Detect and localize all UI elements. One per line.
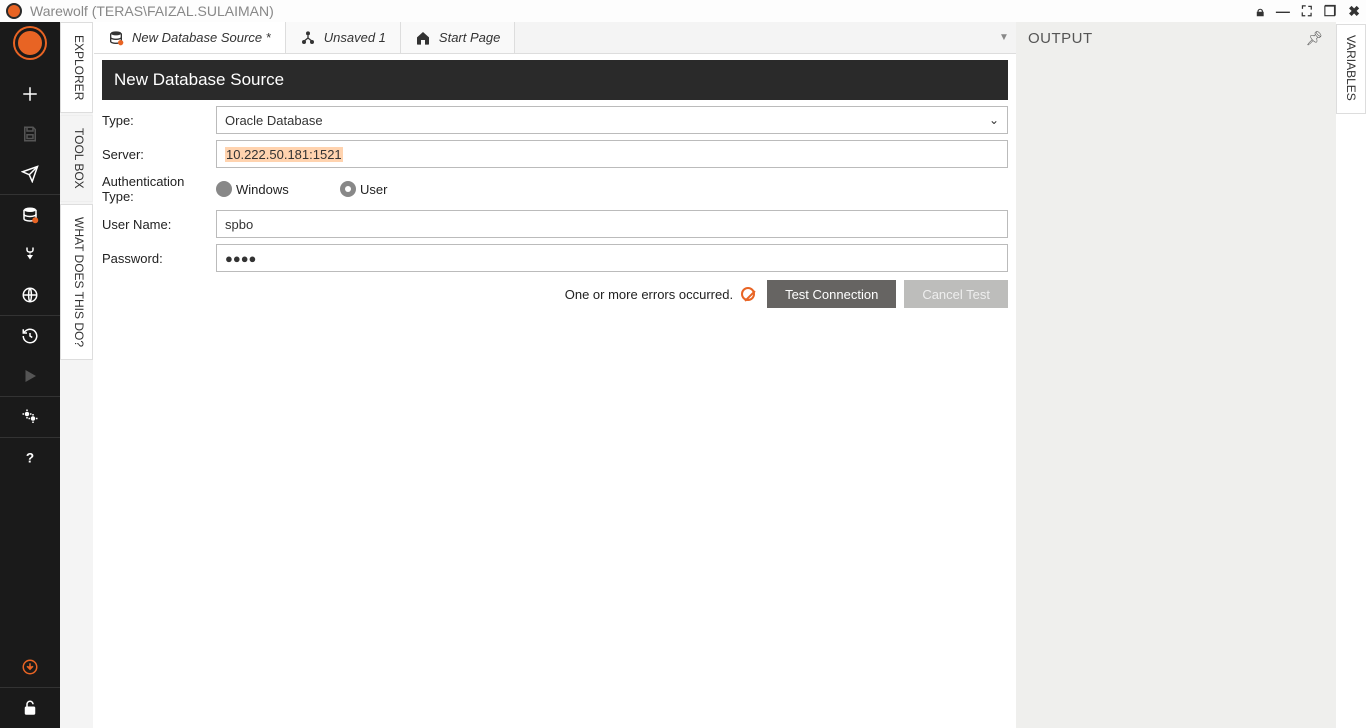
settings-icon[interactable] xyxy=(0,397,60,437)
help-icon[interactable]: ? xyxy=(0,438,60,478)
window-title: Warewolf (TERAS\FAIZAL.SULAIMAN) xyxy=(30,3,274,19)
form-header: New Database Source xyxy=(102,60,1008,100)
type-value: Oracle Database xyxy=(225,113,323,128)
play-icon[interactable] xyxy=(0,356,60,396)
auth-windows-radio[interactable]: Windows xyxy=(216,181,330,197)
app-logo-icon xyxy=(6,3,22,19)
toolbox-tab[interactable]: TOOL BOX xyxy=(60,115,93,202)
cancel-test-button: Cancel Test xyxy=(904,280,1008,308)
workflow-icon xyxy=(300,30,316,46)
doc-area: New Database Source * Unsaved 1 Start Pa… xyxy=(94,22,1016,728)
database-icon[interactable] xyxy=(0,195,60,235)
chevron-down-icon: ⌄ xyxy=(989,113,999,127)
side-tabs: EXPLORER TOOL BOX WHAT DOES THIS DO? xyxy=(60,22,94,728)
type-label: Type: xyxy=(102,113,216,128)
tab-new-db-source[interactable]: New Database Source * xyxy=(94,22,286,53)
tabs-dropdown-icon[interactable]: ▼ xyxy=(992,22,1016,53)
lock-icon[interactable]: 🔒︎ xyxy=(1256,3,1263,20)
fullscreen-icon[interactable]: ⛶ xyxy=(1302,3,1312,20)
password-input[interactable]: ●●●● xyxy=(216,244,1008,272)
tab-start-page[interactable]: Start Page xyxy=(401,22,515,53)
database-icon xyxy=(108,30,124,46)
username-value: spbo xyxy=(225,217,253,232)
plugin-icon[interactable] xyxy=(0,235,60,275)
deploy-icon[interactable] xyxy=(0,154,60,194)
download-icon[interactable] xyxy=(0,647,60,687)
restore-icon[interactable]: ❐ xyxy=(1324,3,1337,20)
server-label: Server: xyxy=(102,147,216,162)
history-icon[interactable] xyxy=(0,316,60,356)
tab-label: New Database Source * xyxy=(132,30,271,45)
type-select[interactable]: Oracle Database ⌄ xyxy=(216,106,1008,134)
titlebar: Warewolf (TERAS\FAIZAL.SULAIMAN) 🔒︎ — ⛶ … xyxy=(0,0,1366,22)
password-label: Password: xyxy=(102,251,216,266)
close-icon[interactable]: ✖ xyxy=(1348,3,1360,20)
tab-label: Start Page xyxy=(439,30,500,45)
error-text: One or more errors occurred. xyxy=(565,287,733,302)
variables-tab[interactable]: VARIABLES xyxy=(1336,24,1366,114)
error-icon xyxy=(741,287,755,301)
new-icon[interactable] xyxy=(0,74,60,114)
tab-unsaved[interactable]: Unsaved 1 xyxy=(286,22,401,53)
save-icon[interactable] xyxy=(0,114,60,154)
whatdoes-tab[interactable]: WHAT DOES THIS DO? xyxy=(60,204,93,360)
unlock-icon[interactable] xyxy=(0,688,60,728)
doc-tabs: New Database Source * Unsaved 1 Start Pa… xyxy=(94,22,1016,54)
username-label: User Name: xyxy=(102,217,216,232)
home-icon xyxy=(415,30,431,46)
output-title: OUTPUT xyxy=(1028,30,1093,47)
username-input[interactable]: spbo xyxy=(216,210,1008,238)
minimize-icon[interactable]: — xyxy=(1276,3,1290,19)
test-connection-button[interactable]: Test Connection xyxy=(767,280,896,308)
svg-text:?: ? xyxy=(26,451,34,466)
auth-label: Authentication Type: xyxy=(102,174,216,204)
pin-icon[interactable]: 📌︎ xyxy=(1306,30,1324,47)
left-ribbon: ? xyxy=(0,22,60,728)
tab-label: Unsaved 1 xyxy=(324,30,386,45)
explorer-tab[interactable]: EXPLORER xyxy=(60,22,93,113)
output-panel: OUTPUT 📌︎ xyxy=(1016,22,1336,728)
logo-icon[interactable] xyxy=(15,28,45,58)
auth-user-radio[interactable]: User xyxy=(340,181,454,197)
password-value: ●●●● xyxy=(225,251,256,266)
server-value: 10.222.50.181:1521 xyxy=(225,147,343,162)
server-input[interactable]: 10.222.50.181:1521 xyxy=(216,140,1008,168)
web-icon[interactable] xyxy=(0,275,60,315)
